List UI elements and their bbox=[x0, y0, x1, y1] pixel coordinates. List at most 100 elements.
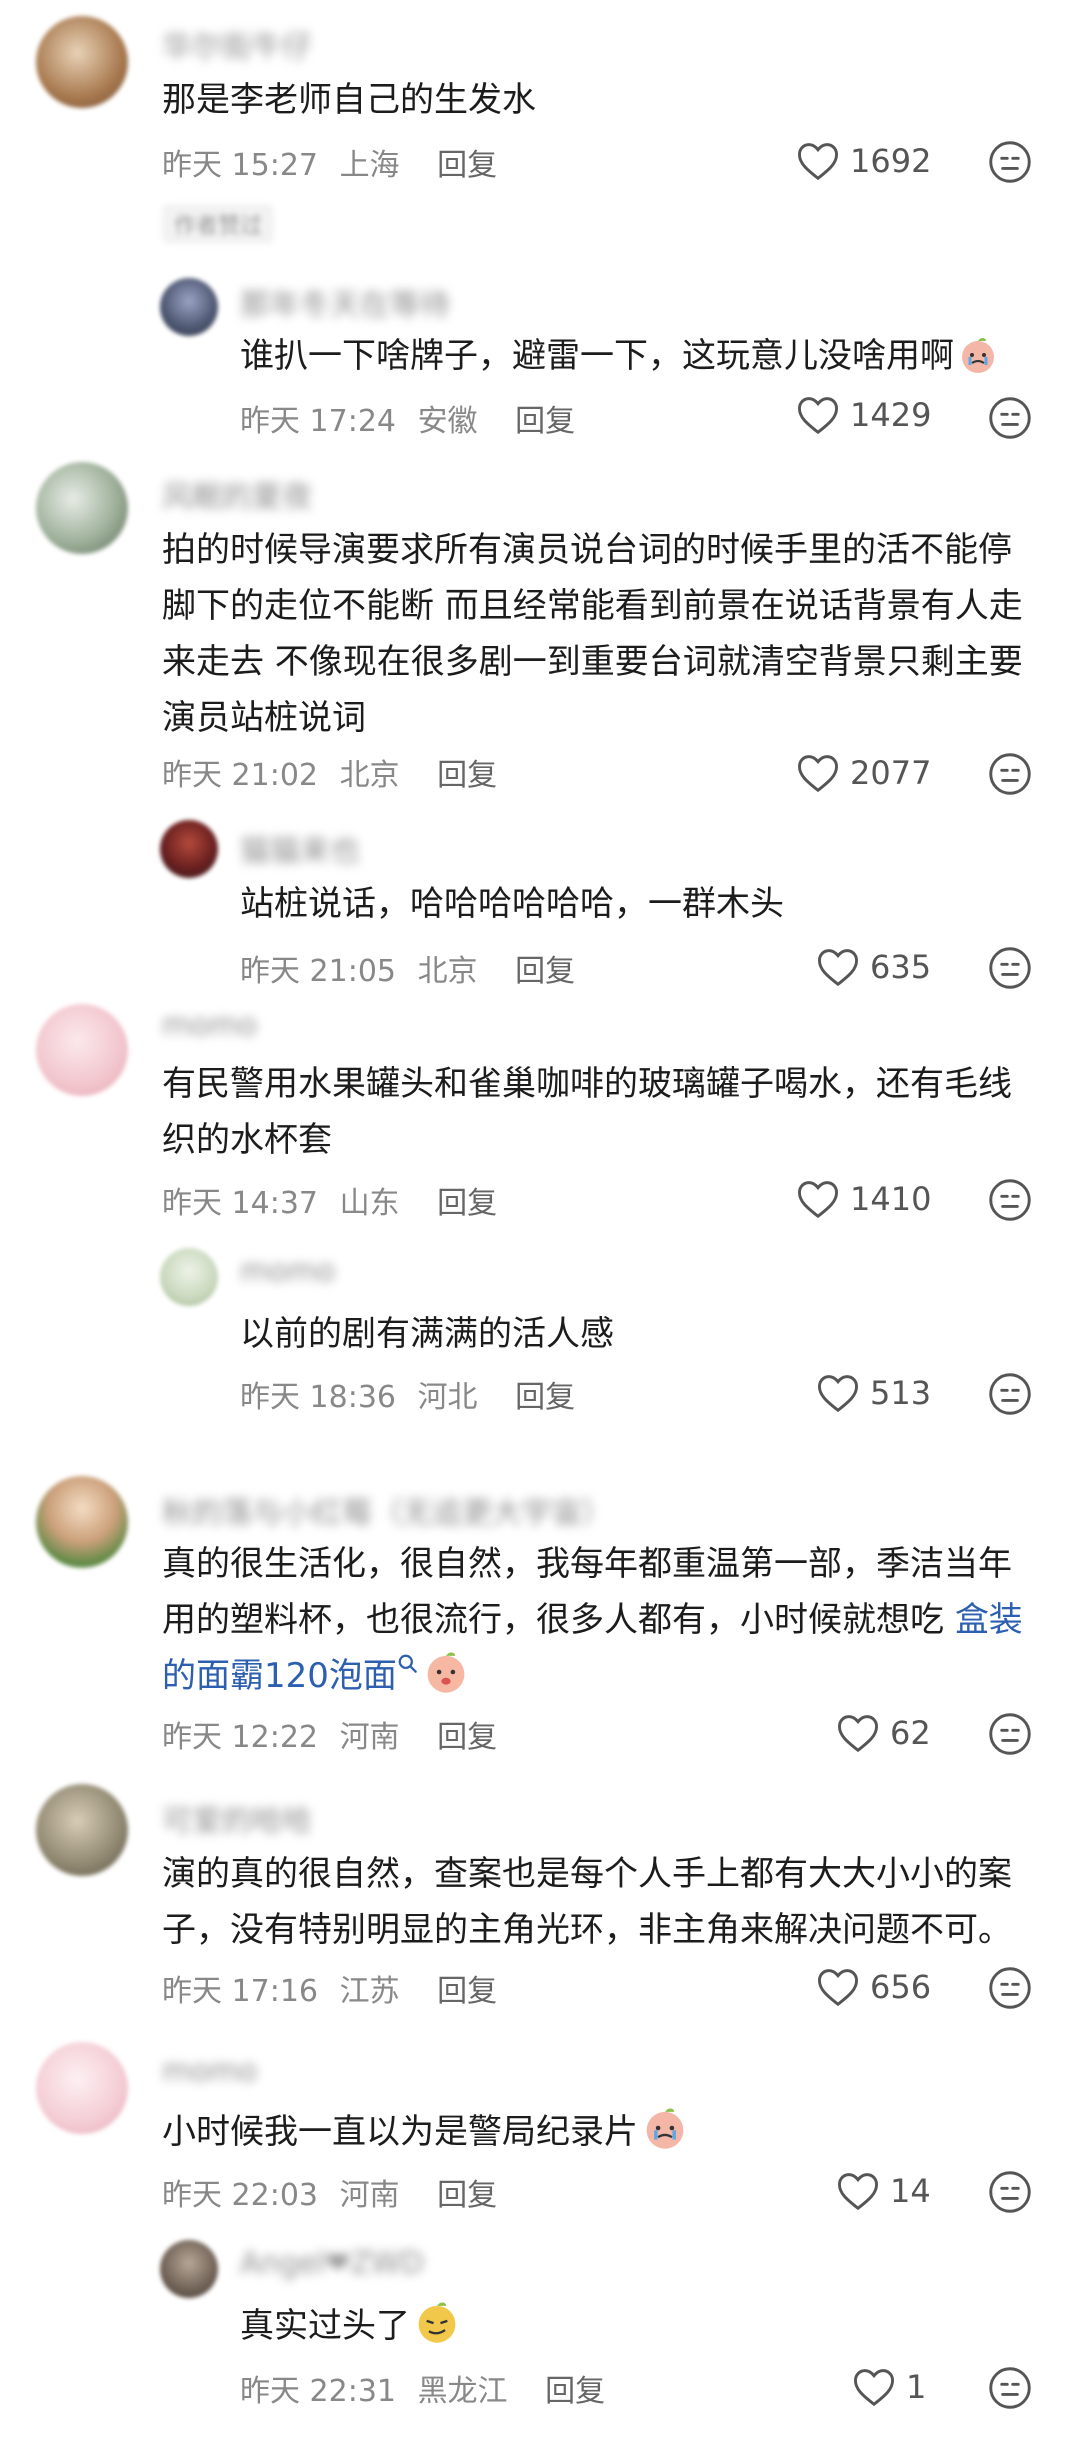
comment-time: 22:03 bbox=[231, 2178, 319, 2213]
like-button[interactable]: 14 bbox=[836, 2166, 931, 2216]
avatar[interactable] bbox=[36, 1784, 128, 1876]
comment-text: 有民警用水果罐头和雀巢咖啡的玻璃罐子喝水，还有毛线织的水杯套 bbox=[162, 1064, 1012, 1160]
comment-location: 安徽 bbox=[417, 404, 478, 439]
comment-date: 昨天 bbox=[162, 758, 222, 793]
like-count: 513 bbox=[870, 1374, 932, 1412]
like-count: 1 bbox=[906, 2368, 927, 2406]
comment-meta: 昨天 21:02 北京 回复 bbox=[162, 750, 497, 794]
meh-face-icon[interactable] bbox=[988, 140, 1032, 184]
avatar[interactable] bbox=[160, 1248, 218, 1306]
username[interactable]: Angel❤ZWD bbox=[240, 2246, 424, 2281]
heart-outline-icon bbox=[853, 2369, 895, 2407]
search-icon bbox=[398, 1654, 417, 1673]
meh-face-icon[interactable] bbox=[988, 2170, 1032, 2214]
meh-face-icon[interactable] bbox=[988, 946, 1032, 990]
crying-emoji-icon bbox=[646, 2108, 684, 2149]
comment-location: 北京 bbox=[339, 758, 400, 793]
reply-button[interactable]: 回复 bbox=[515, 1380, 575, 1415]
avatar[interactable] bbox=[160, 820, 218, 878]
comment-time: 12:22 bbox=[231, 1720, 319, 1755]
username[interactable]: momo bbox=[162, 1008, 257, 1043]
meh-face-icon[interactable] bbox=[988, 1712, 1032, 1756]
avatar[interactable] bbox=[36, 1476, 128, 1568]
comment-location: 山东 bbox=[339, 1186, 400, 1221]
comment-time: 18:36 bbox=[309, 1380, 397, 1415]
comment-meta: 昨天 22:03 河南 回复 bbox=[162, 2170, 497, 2214]
meh-face-icon[interactable] bbox=[988, 752, 1032, 796]
comment-text: 站桩说话，哈哈哈哈哈哈，一群木头 bbox=[240, 884, 784, 924]
like-count: 656 bbox=[870, 1968, 932, 2006]
reply-button[interactable]: 回复 bbox=[437, 2178, 497, 2213]
comment-text: 拍的时候导演要求所有演员说台词的时候手里的活不能停脚下的走位不能断 而且经常能看… bbox=[162, 530, 1023, 738]
like-button[interactable]: 656 bbox=[816, 1962, 931, 2012]
comment-meta: 昨天 18:36 河北 回复 bbox=[240, 1372, 575, 1416]
username[interactable]: 华尔街牛仔 bbox=[162, 22, 312, 66]
avatar[interactable] bbox=[36, 16, 128, 108]
avatar[interactable] bbox=[36, 1004, 128, 1096]
like-count: 635 bbox=[870, 948, 932, 986]
meh-face-icon[interactable] bbox=[988, 1372, 1032, 1416]
like-button[interactable]: 513 bbox=[816, 1368, 931, 1418]
username[interactable]: 秋的落与小红莓（无追更大宇宙） bbox=[162, 1488, 612, 1532]
avatar[interactable] bbox=[160, 278, 218, 336]
comment-body: 真的很生活化，很自然，我每年都重温第一部，季洁当年用的塑料杯，也很流行，很多人都… bbox=[162, 1544, 1012, 1640]
reply-button[interactable]: 回复 bbox=[437, 1974, 497, 2009]
reply-button[interactable]: 回复 bbox=[515, 404, 575, 439]
comment-time: 21:05 bbox=[309, 954, 397, 989]
username[interactable]: 可爱的哈哈 bbox=[162, 1796, 312, 1840]
comment-meta: 昨天 22:31 黑龙江 回复 bbox=[240, 2366, 605, 2410]
like-count: 2077 bbox=[850, 754, 932, 792]
comment-text: 真的很生活化，很自然，我每年都重温第一部，季洁当年用的塑料杯，也很流行，很多人都… bbox=[162, 1536, 1042, 1704]
heart-outline-icon bbox=[797, 755, 839, 793]
comment-text: 真实过头了 bbox=[240, 2298, 1020, 2354]
reply-button[interactable]: 回复 bbox=[515, 954, 575, 989]
comment-location: 黑龙江 bbox=[417, 2374, 508, 2409]
comment-meta: 昨天 12:22 河南 回复 bbox=[162, 1712, 497, 1756]
like-button[interactable]: 1410 bbox=[796, 1174, 931, 1224]
meh-face-icon[interactable] bbox=[988, 1178, 1032, 1222]
username[interactable]: momo bbox=[240, 1254, 335, 1289]
avatar[interactable] bbox=[36, 2042, 128, 2134]
comment-meta: 昨天 14:37 山东 回复 bbox=[162, 1178, 497, 1222]
heart-outline-icon bbox=[817, 1375, 859, 1413]
peach-emoji-icon bbox=[427, 1652, 465, 1693]
username[interactable]: momo bbox=[162, 2054, 257, 2089]
heart-outline-icon bbox=[817, 1969, 859, 2007]
like-button[interactable]: 2077 bbox=[796, 748, 931, 798]
comment-location: 上海 bbox=[339, 148, 400, 183]
reply-button[interactable]: 回复 bbox=[437, 1186, 497, 1221]
smirk-emoji-icon bbox=[418, 2302, 456, 2343]
meh-face-icon[interactable] bbox=[988, 1966, 1032, 2010]
comment-date: 昨天 bbox=[162, 1974, 222, 2009]
comment-date: 昨天 bbox=[162, 1186, 222, 1221]
username[interactable]: 猫猫来也 bbox=[240, 826, 360, 870]
comment-location: 江苏 bbox=[339, 1974, 400, 2009]
crying-emoji-icon bbox=[962, 338, 994, 373]
comment-date: 昨天 bbox=[240, 954, 300, 989]
like-button[interactable]: 1 bbox=[852, 2362, 926, 2412]
username[interactable]: 那年冬天在等待 bbox=[240, 280, 450, 324]
comment-location: 河南 bbox=[339, 1720, 400, 1755]
comment-meta: 昨天 17:24 安徽 回复 bbox=[240, 396, 575, 440]
comment-location: 北京 bbox=[417, 954, 478, 989]
username[interactable]: 风眠的夏夜 bbox=[162, 472, 312, 516]
like-count: 14 bbox=[890, 2172, 931, 2210]
comment-text: 谁扒一下啥牌子，避雷一下，这玩意儿没啥用啊 bbox=[240, 328, 1040, 384]
comment-date: 昨天 bbox=[240, 404, 300, 439]
reply-button[interactable]: 回复 bbox=[545, 2374, 605, 2409]
like-button[interactable]: 62 bbox=[836, 1708, 931, 1758]
meh-face-icon[interactable] bbox=[988, 2366, 1032, 2410]
reply-button[interactable]: 回复 bbox=[437, 758, 497, 793]
like-button[interactable]: 1429 bbox=[796, 390, 931, 440]
heart-outline-icon bbox=[817, 949, 859, 987]
avatar[interactable] bbox=[36, 462, 128, 554]
like-button[interactable]: 1692 bbox=[796, 136, 931, 186]
avatar[interactable] bbox=[160, 2240, 218, 2298]
comment-text: 那是李老师自己的生发水 bbox=[162, 80, 536, 120]
reply-button[interactable]: 回复 bbox=[437, 148, 497, 183]
meh-face-icon[interactable] bbox=[988, 396, 1032, 440]
like-button[interactable]: 635 bbox=[816, 942, 931, 992]
comment-date: 昨天 bbox=[162, 2178, 222, 2213]
comment-meta: 昨天 17:16 江苏 回复 bbox=[162, 1966, 497, 2010]
reply-button[interactable]: 回复 bbox=[437, 1720, 497, 1755]
